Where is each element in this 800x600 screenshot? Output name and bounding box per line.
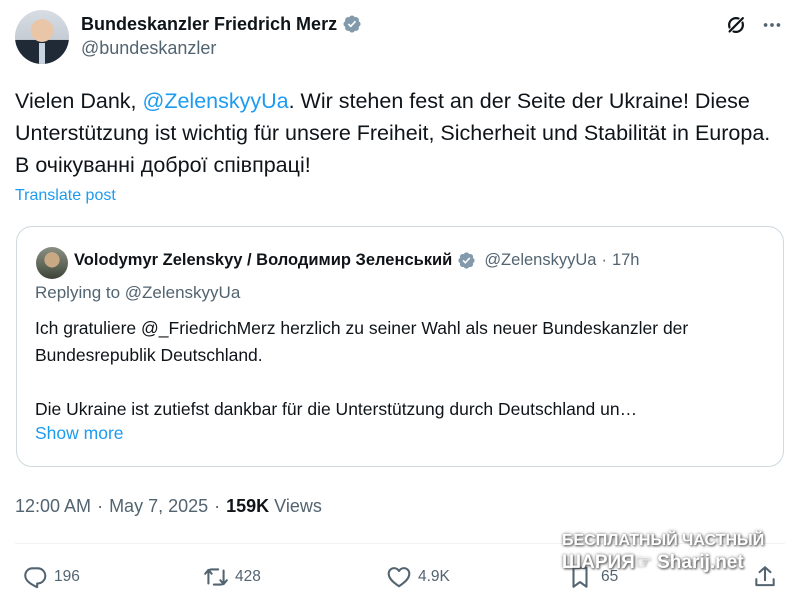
quoted-paragraph-1: Ich gratuliere @_FriedrichMerz herzlich …: [35, 318, 689, 365]
quoted-post-card[interactable]: Volodymyr Zelenskyy / Володимир Зеленськ…: [16, 226, 784, 467]
like-count: 4.9K: [418, 568, 450, 585]
like-button[interactable]: 4.9K: [386, 562, 450, 592]
repost-arrows-icon: [204, 568, 228, 586]
author-name-row: Bundeskanzler Friedrich Merz: [81, 12, 362, 36]
avatar-tie-detail: [39, 43, 45, 64]
quoted-author-name[interactable]: Volodymyr Zelenskyy / Володимир Зеленськ…: [74, 251, 452, 270]
quoted-post-text: Ich gratuliere @_FriedrichMerz herzlich …: [35, 315, 775, 423]
repost-count: 428: [235, 568, 261, 585]
post-text: Vielen Dank, @ZelenskyyUa. Wir stehen fe…: [15, 85, 785, 181]
more-dots-icon[interactable]: [760, 14, 784, 36]
heart-icon: [387, 567, 411, 588]
reply-button[interactable]: 196: [22, 562, 80, 592]
share-button[interactable]: [752, 562, 784, 592]
quoted-post-time[interactable]: 17h: [612, 251, 640, 270]
post-header: Bundeskanzler Friedrich Merz @bundeskanz…: [15, 10, 785, 66]
post-date[interactable]: May 7, 2025: [109, 496, 208, 517]
quoted-post-header: Volodymyr Zelenskyy / Володимир Зеленськ…: [74, 248, 639, 272]
translate-post-link[interactable]: Translate post: [15, 187, 116, 205]
grok-icon[interactable]: [725, 14, 747, 36]
bookmark-button[interactable]: 65: [567, 562, 618, 592]
author-avatar[interactable]: [15, 10, 69, 64]
action-bar-divider: [15, 543, 785, 544]
watermark-line-1: БЕСПЛАТНЫЙ ЧАСТНЫЙ: [562, 532, 765, 549]
action-bar: 196 428 4.9K 65: [0, 562, 800, 592]
quoted-author-avatar[interactable]: [36, 247, 68, 279]
show-more-link[interactable]: Show more: [35, 423, 124, 444]
quoted-header-separator: ·: [601, 250, 607, 269]
author-handle[interactable]: @bundeskanzler: [81, 38, 216, 59]
views-count: 159K: [226, 496, 270, 516]
reply-count: 196: [54, 568, 80, 585]
post-text-before: Vielen Dank,: [15, 89, 143, 113]
quoted-paragraph-2: Die Ukraine ist zutiefst dankbar für die…: [35, 399, 638, 419]
quoted-replying-to: Replying to @ZelenskyyUa: [35, 283, 241, 302]
verified-badge-icon: [458, 251, 475, 269]
quoted-author-handle[interactable]: @ZelenskyyUa: [484, 251, 596, 270]
views-label: Views: [274, 496, 322, 516]
repost-button[interactable]: 428: [203, 562, 261, 592]
meta-separator: ·: [214, 496, 221, 516]
post-time[interactable]: 12:00 AM: [15, 496, 91, 517]
bookmark-count: 65: [601, 568, 619, 585]
meta-separator: ·: [97, 496, 104, 516]
share-upload-icon: [755, 566, 775, 587]
reply-bubble-icon: [24, 567, 47, 589]
verified-badge-icon: [343, 15, 361, 33]
post-mention-link[interactable]: @ZelenskyyUa: [143, 89, 289, 113]
post-metadata: 12:00 AM · May 7, 2025 · 159K Views: [15, 496, 322, 517]
author-display-name[interactable]: Bundeskanzler Friedrich Merz: [81, 14, 337, 35]
bookmark-icon: [572, 566, 588, 588]
